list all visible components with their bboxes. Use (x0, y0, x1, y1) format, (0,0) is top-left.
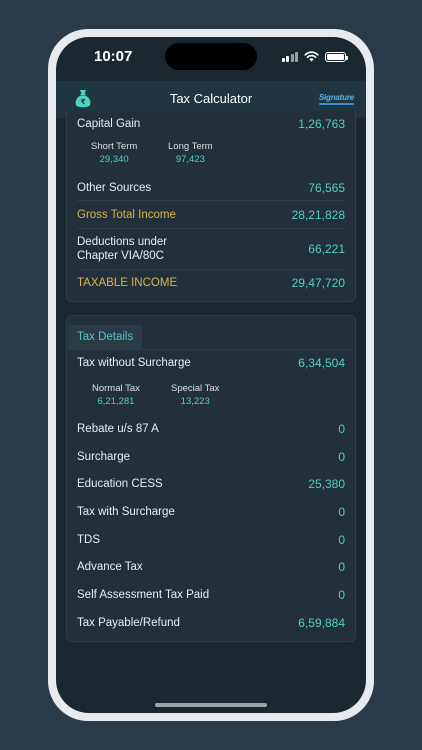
advance-tax-row: Advance Tax 0 (77, 560, 345, 574)
long-term-label: Long Term (168, 141, 213, 152)
cellular-signal-icon (281, 51, 298, 62)
education-cess-row: Education CESS 25,380 (77, 477, 345, 491)
normal-tax-label: Normal Tax (92, 383, 140, 394)
taxable-income-value: 29,47,720 (291, 276, 345, 290)
tax-with-surcharge-label: Tax with Surcharge (77, 506, 175, 518)
dynamic-island (165, 43, 257, 70)
other-sources-value: 76,565 (308, 181, 345, 195)
self-assessment-value: 0 (338, 588, 345, 602)
capital-gain-row: Capital Gain 1,26,763 (77, 117, 345, 131)
brand-logo: Signature (318, 93, 354, 105)
divider (77, 228, 345, 229)
surcharge-value: 0 (338, 450, 345, 464)
wifi-icon (304, 51, 319, 62)
divider (68, 349, 354, 350)
long-term-value: 97,423 (175, 154, 205, 165)
tax-without-surcharge-row: Tax without Surcharge 6,34,504 (77, 356, 345, 370)
deductions-value: 66,221 (308, 242, 345, 256)
capital-gain-label: Capital Gain (77, 118, 141, 130)
tax-without-surcharge-label: Tax without Surcharge (77, 357, 191, 369)
normal-tax-breakdown: Normal Tax 6,21,281 (92, 383, 140, 407)
status-time: 10:07 (94, 48, 133, 65)
special-tax-value: 13,223 (180, 396, 210, 407)
normal-tax-value: 6,21,281 (97, 396, 135, 407)
tax-with-surcharge-value: 0 (338, 505, 345, 519)
deductions-label-line1: Deductions under (77, 236, 168, 248)
income-summary-card: Capital Gain 1,26,763 Short Term 29,340 … (66, 111, 356, 302)
advance-tax-label: Advance Tax (77, 561, 143, 573)
status-bar: 10:07 (56, 37, 366, 81)
taxable-income-label: TAXABLE INCOME (77, 277, 178, 289)
long-term-breakdown: Long Term 97,423 (168, 141, 213, 165)
special-tax-label: Special Tax (171, 383, 220, 394)
short-term-label: Short Term (91, 141, 138, 152)
surcharge-row: Surcharge 0 (77, 450, 345, 464)
rebate-row: Rebate u/s 87 A 0 (77, 422, 345, 436)
short-term-breakdown: Short Term 29,340 (91, 141, 137, 165)
app-screen: 10:07 ₹ Tax Calculator Signature Capital… (56, 37, 366, 713)
capital-gain-value: 1,26,763 (298, 117, 345, 131)
education-cess-value: 25,380 (308, 477, 345, 491)
tax-payable-row: Tax Payable/Refund 6,59,884 (77, 616, 345, 630)
self-assessment-row: Self Assessment Tax Paid 0 (77, 588, 345, 602)
divider (77, 269, 345, 270)
status-icons (281, 51, 348, 62)
tds-label: TDS (77, 534, 100, 546)
battery-icon (325, 51, 348, 62)
tax-payable-label: Tax Payable/Refund (77, 617, 180, 629)
advance-tax-value: 0 (338, 560, 345, 574)
short-term-value: 29,340 (99, 154, 129, 165)
tax-with-surcharge-row: Tax with Surcharge 0 (77, 505, 345, 519)
special-tax-breakdown: Special Tax 13,223 (171, 383, 219, 407)
self-assessment-label: Self Assessment Tax Paid (77, 589, 210, 601)
tds-value: 0 (338, 533, 345, 547)
other-sources-label: Other Sources (77, 182, 152, 194)
tax-payable-value: 6,59,884 (298, 616, 345, 630)
gross-total-label: Gross Total Income (77, 209, 176, 221)
taxable-income-row: TAXABLE INCOME 29,47,720 (77, 276, 345, 290)
rebate-value: 0 (338, 422, 345, 436)
tax-details-card: Tax Details Tax without Surcharge 6,34,5… (66, 315, 356, 642)
surcharge-label: Surcharge (77, 451, 131, 463)
education-cess-label: Education CESS (77, 478, 163, 490)
tax-details-section-label: Tax Details (68, 325, 143, 349)
divider (77, 200, 345, 201)
tds-row: TDS 0 (77, 533, 345, 547)
gross-total-row: Gross Total Income 28,21,828 (77, 208, 345, 222)
other-sources-row: Other Sources 76,565 (77, 181, 345, 195)
home-indicator[interactable] (155, 703, 267, 707)
deductions-label: Deductions under Chapter VIA/80C (77, 235, 167, 263)
deductions-label-line2: Chapter VIA/80C (77, 250, 164, 262)
deductions-row: Deductions under Chapter VIA/80C 66,221 (77, 235, 345, 263)
tax-without-surcharge-value: 6,34,504 (298, 356, 345, 370)
rebate-label: Rebate u/s 87 A (77, 423, 159, 435)
gross-total-value: 28,21,828 (291, 208, 345, 222)
